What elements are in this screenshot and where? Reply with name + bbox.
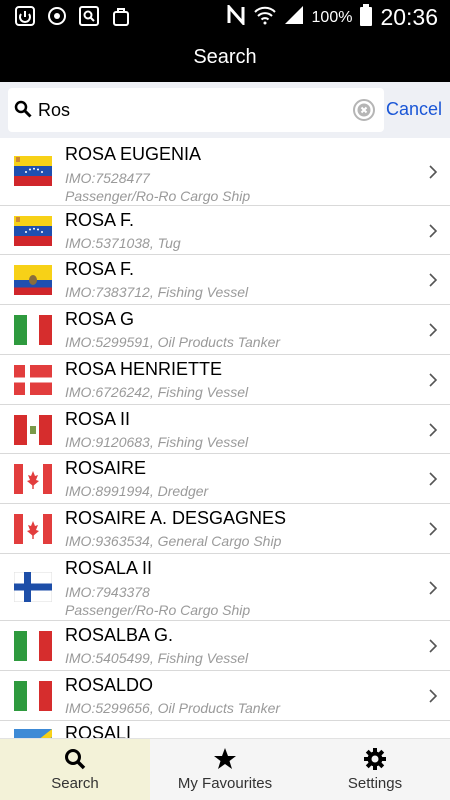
vessel-name: ROSALDO	[65, 675, 154, 695]
flag-peru-icon	[14, 415, 52, 445]
flag-italy-icon	[14, 315, 52, 345]
flag-icon	[14, 729, 52, 738]
nfc-icon	[226, 3, 246, 30]
clock: 20:36	[380, 4, 438, 30]
chevron-right-icon	[428, 273, 438, 287]
tab-label: Settings	[347, 775, 403, 792]
clear-search-icon[interactable]	[352, 98, 376, 122]
chevron-right-icon	[428, 522, 438, 536]
search-icon	[14, 100, 32, 118]
flag-venezuela-icon	[14, 216, 52, 246]
flag-canada-icon	[14, 514, 52, 544]
list-item[interactable]: ROSA II IMO:9120683, Fishing Vessel	[0, 405, 450, 454]
cancel-button[interactable]: Cancel	[386, 99, 442, 120]
chevron-right-icon	[428, 472, 438, 486]
bag-icon	[110, 5, 132, 27]
chevron-right-icon	[428, 639, 438, 653]
chevron-right-icon	[428, 689, 438, 703]
tab-my-favourites[interactable]: My Favourites	[150, 739, 300, 800]
search-bar: Cancel	[0, 82, 450, 138]
chevron-right-icon	[428, 165, 438, 179]
flag-finland-icon	[14, 572, 52, 602]
search-app-icon	[78, 5, 100, 27]
vessel-name: ROSA EUGENIA	[65, 144, 202, 164]
list-item[interactable]: ROSAIRE A. DESGAGNES IMO:9363534, Genera…	[0, 504, 450, 554]
vessel-details: IMO:9363534, General Cargo Ship	[65, 533, 282, 549]
flag-denmark-icon	[14, 365, 52, 395]
tab-settings[interactable]: Settings	[300, 739, 450, 800]
vessel-details: IMO:5299591, Oil Products Tanker	[65, 334, 281, 350]
list-item[interactable]: ROSA HENRIETTE IMO:6726242, Fishing Vess…	[0, 355, 450, 405]
tab-search[interactable]: Search	[0, 739, 150, 800]
results-list: ROSA EUGENIA IMO:7528477 Passenger/Ro-Ro…	[0, 138, 450, 738]
vessel-name: ROSA G	[65, 309, 135, 329]
screen-mirror-icon	[14, 5, 36, 27]
vessel-name: ROSALBA G.	[65, 625, 174, 645]
star-icon	[213, 747, 237, 771]
list-item[interactable]: ROSA G IMO:5299591, Oil Products Tanker	[0, 305, 450, 355]
chevron-right-icon	[428, 581, 438, 595]
signal-icon	[284, 5, 304, 30]
notification-icons	[14, 5, 132, 27]
search-input[interactable]	[38, 94, 348, 126]
vessel-name: ROSA HENRIETTE	[65, 359, 223, 379]
vessel-details: IMO:8991994, Dredger	[65, 483, 209, 499]
chevron-right-icon	[428, 423, 438, 437]
vessel-details: IMO:6726242, Fishing Vessel	[65, 384, 249, 400]
vessel-name: ROSAIRE A. DESGAGNES	[65, 508, 287, 528]
chevron-right-icon	[428, 373, 438, 387]
search-icon	[63, 747, 87, 771]
vessel-details: IMO:5299656, Oil Products Tanker	[65, 700, 281, 716]
list-item[interactable]: ROSA EUGENIA IMO:7528477 Passenger/Ro-Ro…	[0, 138, 450, 206]
tab-label: My Favourites	[177, 775, 273, 792]
page-title: Search	[0, 32, 450, 82]
flag-italy-icon	[14, 631, 52, 661]
vessel-type: Passenger/Ro-Ro Cargo Ship	[65, 188, 251, 204]
list-item[interactable]: ROSALA II IMO:7943378 Passenger/Ro-Ro Ca…	[0, 554, 450, 621]
chevron-right-icon	[428, 323, 438, 337]
flag-italy-icon	[14, 681, 52, 711]
list-item[interactable]: ROSALDO IMO:5299656, Oil Products Tanker	[0, 671, 450, 721]
battery-percent: 100%	[311, 8, 353, 26]
vessel-name: ROSAIRE	[65, 458, 147, 478]
flag-canada-icon	[14, 464, 52, 494]
vessel-type: Passenger/Ro-Ro Cargo Ship	[65, 602, 251, 618]
vessel-details: IMO:7528477	[65, 170, 150, 186]
search-box	[8, 88, 384, 132]
wifi-icon	[253, 5, 276, 30]
vessel-name: ROSALA II	[65, 558, 153, 578]
list-item[interactable]: ROSALI	[0, 721, 450, 738]
tab-bar: Search My Favourites Settings	[0, 738, 450, 800]
vessel-name: ROSALI	[65, 723, 132, 738]
vessel-details: IMO:7943378	[65, 584, 150, 600]
status-bar: 100% 20:36	[0, 0, 450, 32]
vessel-details: IMO:5405499, Fishing Vessel	[65, 650, 249, 666]
vessel-name: ROSA F.	[65, 259, 135, 279]
sync-icon	[46, 5, 68, 27]
vessel-details: IMO:9120683, Fishing Vessel	[65, 434, 249, 450]
vessel-name: ROSA F.	[65, 210, 135, 230]
gear-icon	[363, 747, 387, 771]
flag-venezuela-icon	[14, 156, 52, 186]
vessel-details: IMO:5371038, Tug	[65, 235, 181, 251]
list-item[interactable]: ROSA F. IMO:5371038, Tug	[0, 206, 450, 255]
system-status: 100% 20:36	[226, 3, 438, 31]
list-item[interactable]: ROSA F. IMO:7383712, Fishing Vessel	[0, 255, 450, 305]
list-item[interactable]: ROSALBA G. IMO:5405499, Fishing Vessel	[0, 621, 450, 671]
tab-label: Search	[51, 775, 99, 792]
flag-ecuador-icon	[14, 265, 52, 295]
chevron-right-icon	[428, 224, 438, 238]
list-item[interactable]: ROSAIRE IMO:8991994, Dredger	[0, 454, 450, 504]
battery-icon	[360, 4, 373, 31]
vessel-name: ROSA II	[65, 409, 131, 429]
vessel-details: IMO:7383712, Fishing Vessel	[65, 284, 249, 300]
